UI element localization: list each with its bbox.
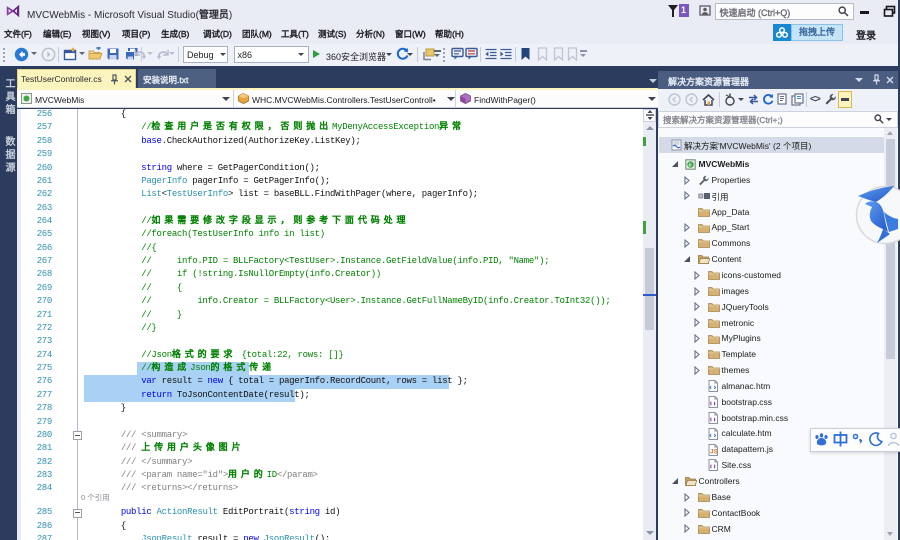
svg-text:JS: JS [710,448,718,455]
